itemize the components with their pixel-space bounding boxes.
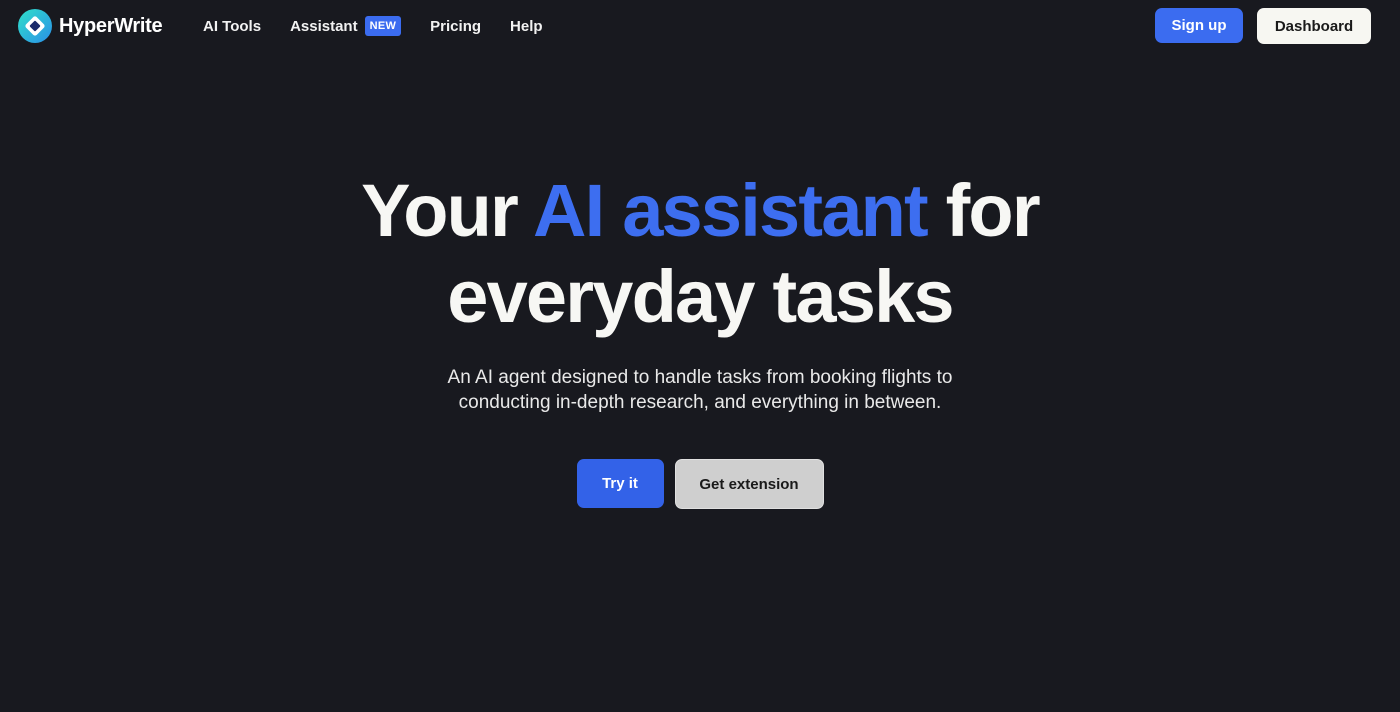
hyperwrite-logo-icon xyxy=(18,9,52,43)
page: HyperWrite AI Tools Assistant NEW Pricin… xyxy=(0,0,1400,712)
hero-headline: Your AI assistant for everyday tasks xyxy=(0,168,1400,340)
sign-up-button[interactable]: Sign up xyxy=(1155,8,1243,43)
nav-help[interactable]: Help xyxy=(510,18,543,35)
headline-accent: AI assistant xyxy=(533,169,929,252)
nav-links: AI Tools Assistant NEW Pricing Help xyxy=(203,0,572,52)
hero-section: Your AI assistant for everyday tasks An … xyxy=(0,168,1400,509)
hero-subtitle: An AI agent designed to handle tasks fro… xyxy=(447,367,953,413)
brand-name: HyperWrite xyxy=(59,14,163,37)
new-badge: NEW xyxy=(364,16,402,36)
headline-part2: for xyxy=(926,169,1041,252)
nav-ai-tools[interactable]: AI Tools xyxy=(203,18,261,35)
headline-part1: Your xyxy=(361,169,534,252)
nav-pricing[interactable]: Pricing xyxy=(430,18,481,35)
nav-assistant-label: Assistant xyxy=(290,17,358,35)
cta-row: Try it Get extension xyxy=(0,459,1400,509)
top-navigation: HyperWrite AI Tools Assistant NEW Pricin… xyxy=(0,0,1400,52)
brand-home-link[interactable]: HyperWrite xyxy=(18,9,163,43)
nav-assistant[interactable]: Assistant NEW xyxy=(290,16,402,36)
nav-actions: Sign up Dashboard xyxy=(1155,8,1371,44)
get-extension-button[interactable]: Get extension xyxy=(674,459,824,509)
headline-line2: everyday tasks xyxy=(447,255,954,338)
dashboard-button[interactable]: Dashboard xyxy=(1257,8,1371,44)
try-it-button[interactable]: Try it xyxy=(576,459,664,508)
